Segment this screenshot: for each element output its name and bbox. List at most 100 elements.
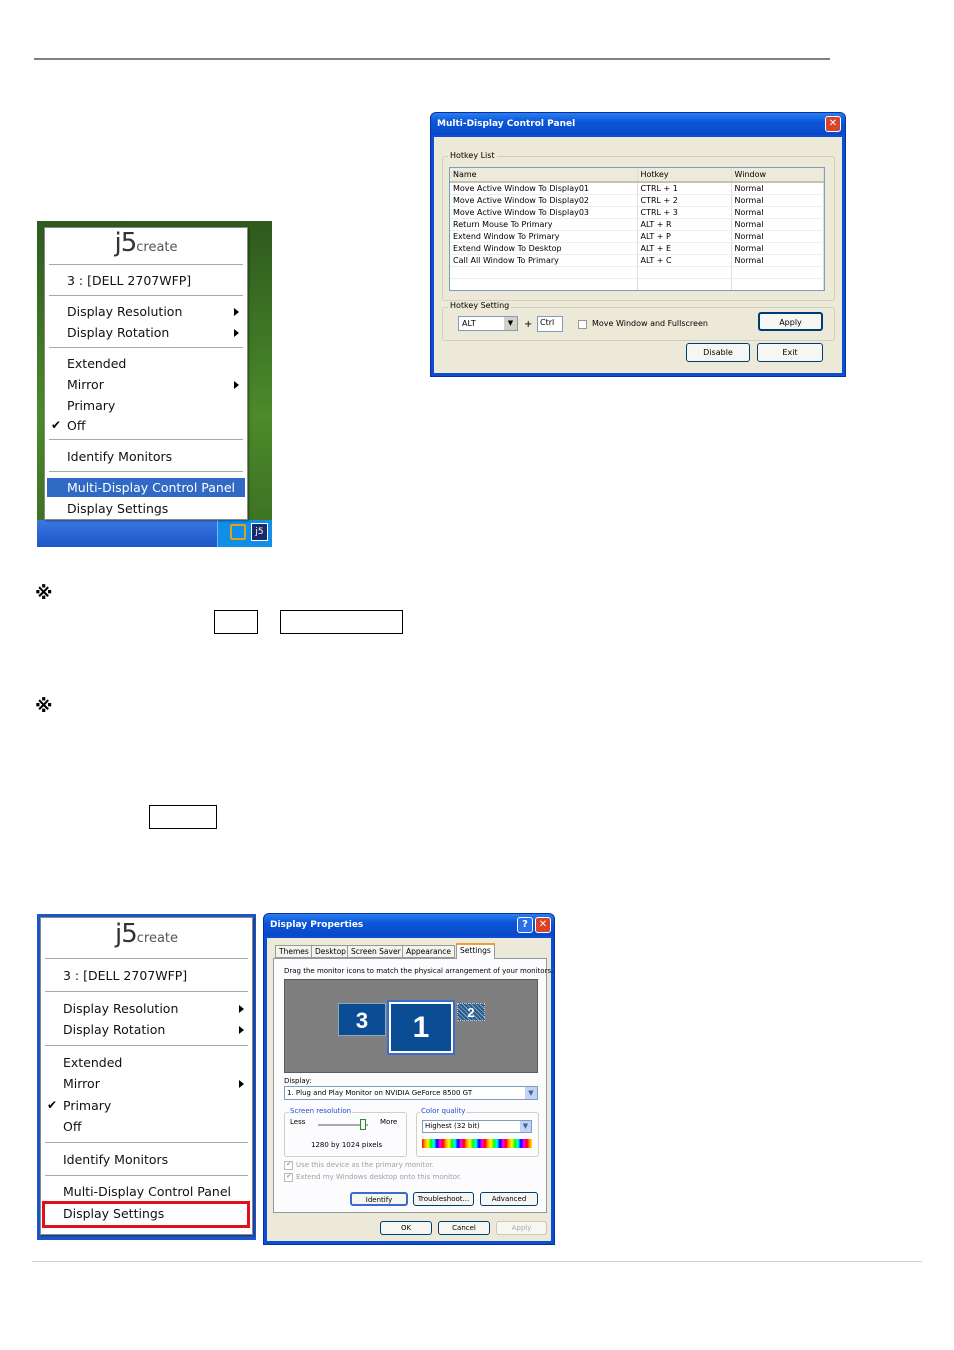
color-quality-select[interactable]: Highest (32 bit) ▼ — [422, 1120, 532, 1133]
menu-item-extended[interactable]: Extended — [63, 1054, 122, 1072]
color-quality-group — [416, 1112, 539, 1157]
hotkey-cell: ALT + R — [637, 218, 732, 231]
j5create-logo: j5create — [114, 228, 178, 258]
j5create-logo: j5create — [114, 919, 179, 949]
window-cell: Normal — [731, 194, 824, 207]
tab-appearance[interactable]: Appearance — [402, 945, 456, 958]
display-label: Display: — [284, 1077, 312, 1085]
monitor-1[interactable]: 1 — [387, 1000, 455, 1055]
column-header-name[interactable]: Name — [450, 168, 638, 183]
ok-button[interactable]: OK — [380, 1221, 432, 1235]
window-cell: Normal — [731, 182, 824, 195]
tab-themes[interactable]: Themes — [275, 945, 313, 958]
color-quality-label: Color quality — [420, 1107, 467, 1115]
window-cell: Normal — [731, 218, 824, 231]
column-header-hotkey[interactable]: Hotkey — [637, 168, 732, 183]
menu-item-off[interactable]: Off — [67, 417, 85, 435]
help-icon[interactable]: ? — [517, 917, 533, 933]
checkmark-icon: ✔ — [51, 418, 62, 432]
hotkey-cell: CTRL + 2 — [637, 194, 732, 207]
key-value: Ctrl — [540, 318, 555, 327]
blank-box — [280, 610, 403, 634]
chevron-down-icon[interactable]: ▼ — [504, 317, 517, 330]
table-header: Name Hotkey Window — [450, 168, 824, 183]
menu-item-display-rotation[interactable]: Display Rotation — [63, 1021, 165, 1039]
menu-separator — [49, 295, 243, 296]
primary-monitor-checkbox[interactable]: ✔ — [284, 1160, 293, 1170]
multi-display-control-panel-window: Multi-Display Control Panel ✕ Hotkey Lis… — [430, 112, 846, 377]
context-menu: j5create 3 : [DELL 2707WFP] Display Reso… — [40, 917, 253, 1235]
hotkey-name-cell: Move Active Window To Display03 — [450, 206, 638, 219]
menu-item-identify-monitors[interactable]: Identify Monitors — [63, 1151, 168, 1169]
close-icon[interactable]: ✕ — [535, 917, 551, 933]
tab-screen-saver[interactable]: Screen Saver — [347, 945, 405, 958]
monitor-2[interactable]: 2 — [457, 1003, 485, 1021]
window-cell: Normal — [731, 242, 824, 255]
submenu-arrow-icon — [234, 381, 239, 389]
submenu-arrow-icon — [234, 329, 239, 337]
modifier-select[interactable]: ALT ▼ — [458, 316, 518, 331]
menu-item-mirror[interactable]: Mirror — [67, 376, 104, 394]
chevron-down-icon[interactable]: ▼ — [525, 1087, 537, 1099]
empty-cell — [450, 266, 638, 279]
table-row[interactable]: Return Mouse To Primary ALT + R Normal — [450, 218, 824, 231]
hotkey-cell: ALT + C — [637, 254, 732, 267]
hotkey-name-cell: Move Active Window To Display01 — [450, 182, 638, 195]
menu-item-display-resolution[interactable]: Display Resolution — [63, 1000, 178, 1018]
menu-item-multi-display-control-panel[interactable]: Multi-Display Control Panel — [63, 1183, 231, 1201]
blank-box — [214, 610, 258, 634]
close-icon[interactable]: ✕ — [825, 116, 841, 132]
extend-desktop-checkbox[interactable]: ✔ — [284, 1172, 293, 1182]
monitor-arrangement[interactable]: 3 1 2 — [284, 979, 538, 1073]
menu-item-off[interactable]: Off — [63, 1118, 81, 1136]
menu-item-extended[interactable]: Extended — [67, 355, 126, 373]
advanced-button[interactable]: Advanced — [480, 1192, 538, 1206]
display-select[interactable]: 1. Plug and Play Monitor on NVIDIA GeFor… — [284, 1086, 538, 1100]
menu-item-display-rotation[interactable]: Display Rotation — [67, 324, 169, 342]
cancel-button[interactable]: Cancel — [438, 1221, 490, 1235]
instruction-text: Drag the monitor icons to match the phys… — [284, 967, 554, 975]
window-cell: Normal — [731, 206, 824, 219]
j5-tray-icon[interactable]: j5 — [251, 523, 268, 541]
note-mark: ※ — [35, 583, 53, 604]
apply-button[interactable]: Apply — [758, 312, 823, 331]
modifier-value: ALT — [462, 319, 476, 328]
table-row[interactable]: Move Active Window To Display02 CTRL + 2N… — [450, 194, 824, 207]
apply-button[interactable]: Apply — [496, 1221, 547, 1235]
disable-button[interactable]: Disable — [686, 343, 750, 362]
extend-desktop-label: Extend my Windows desktop onto this moni… — [296, 1173, 462, 1181]
fullscreen-label: Move Window and Fullscreen — [592, 319, 708, 328]
table-row[interactable]: Extend Window To Desktop ALT + E Normal — [450, 242, 824, 255]
submenu-arrow-icon — [239, 1005, 244, 1013]
menu-item-primary[interactable]: Primary — [67, 397, 115, 415]
menu-item-identify-monitors[interactable]: Identify Monitors — [67, 448, 172, 466]
table-row[interactable]: Move Active Window To Display01 CTRL + 1N… — [450, 182, 824, 195]
monitor-3[interactable]: 3 — [338, 1003, 386, 1036]
hotkey-name-cell: Call All Window To Primary — [450, 254, 638, 267]
key-input[interactable]: Ctrl — [537, 316, 563, 332]
table-row[interactable]: Move Active Window To Display03 CTRL + 3N… — [450, 206, 824, 219]
menu-item-display-settings[interactable]: Display Settings — [67, 500, 168, 518]
menu-item-display-resolution[interactable]: Display Resolution — [67, 303, 182, 321]
color-quality-value: Highest (32 bit) — [425, 1122, 480, 1130]
menu-separator — [45, 1142, 248, 1143]
tab-desktop[interactable]: Desktop — [311, 945, 350, 958]
hotkey-table[interactable]: Name Hotkey Window Move Active Window To… — [449, 167, 825, 291]
plus-label: + — [524, 319, 533, 330]
menu-item-mirror[interactable]: Mirror — [63, 1075, 100, 1093]
tray-menu-screenshot-1: j5 j5create 3 : [DELL 2707WFP] Display R… — [37, 221, 272, 547]
menu-separator — [49, 264, 243, 265]
tab-settings[interactable]: Settings — [456, 943, 495, 959]
menu-item-multi-display-control-panel[interactable]: Multi-Display Control Panel — [67, 479, 235, 497]
identify-button[interactable]: Identify — [350, 1192, 408, 1206]
troubleshoot-button[interactable]: Troubleshoot... — [413, 1192, 474, 1206]
exit-button[interactable]: Exit — [757, 343, 823, 362]
table-row[interactable]: Extend Window To Primary ALT + P Normal — [450, 230, 824, 243]
resolution-slider-thumb[interactable] — [360, 1119, 366, 1130]
menu-item-primary[interactable]: Primary — [63, 1097, 111, 1115]
column-header-window[interactable]: Window — [731, 168, 824, 183]
network-icon[interactable] — [230, 524, 246, 540]
chevron-down-icon[interactable]: ▼ — [520, 1121, 531, 1132]
table-row[interactable]: Call All Window To Primary ALT + C Normal — [450, 254, 824, 267]
fullscreen-checkbox[interactable] — [578, 320, 587, 329]
